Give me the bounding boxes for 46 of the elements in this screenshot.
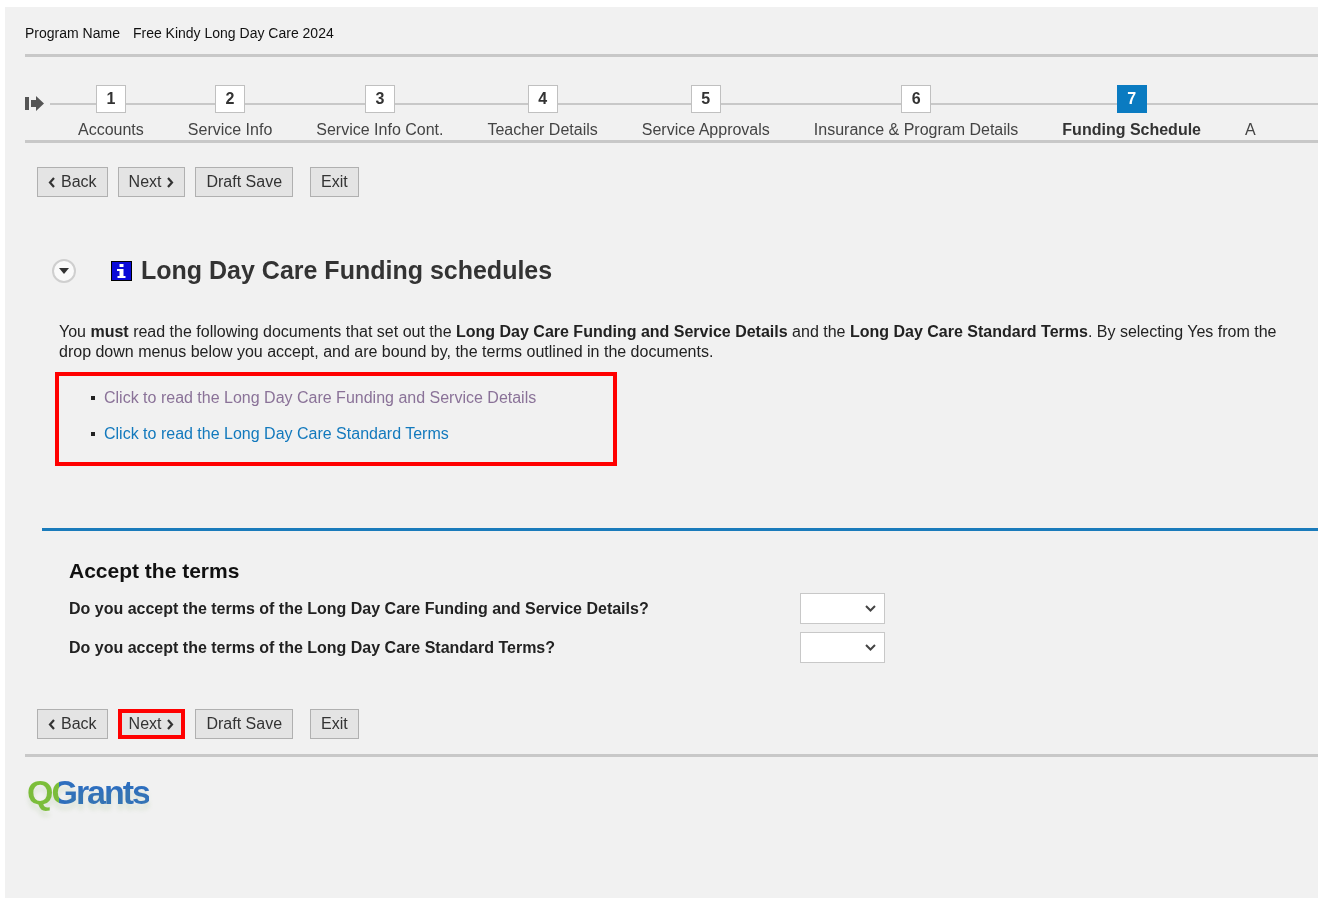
question-label: Do you accept the terms of the Long Day Care Standard Terms? (69, 638, 557, 657)
program-name-value: Free Kindy Long Day Care 2024 (132, 25, 334, 43)
step-label[interactable]: Accounts (78, 121, 144, 139)
step-label[interactable]: Service Info Cont. (316, 121, 444, 139)
document-link[interactable]: Click to read the Long Day Care Funding and Service Details (104, 389, 537, 407)
chevron-icon (166, 176, 175, 188)
step-label[interactable]: A (1245, 121, 1256, 139)
chevron-icon (48, 718, 56, 730)
chevron-icon (48, 176, 56, 188)
step-number[interactable]: 7 (1116, 85, 1147, 113)
step-label[interactable]: Teacher Details (487, 121, 598, 139)
question-label: Do you accept the terms of the Long Day Care Funding and Service Details? (69, 599, 650, 618)
start-arrow-icon (25, 95, 44, 112)
step-label[interactable]: Service Info (187, 121, 273, 139)
chevron-icon (166, 718, 175, 730)
caret-icon (59, 267, 69, 274)
info-icon (111, 260, 132, 281)
accept-heading: Accept the terms (69, 559, 241, 583)
step-number[interactable]: 6 (901, 85, 932, 113)
step-number[interactable]: 2 (215, 85, 246, 113)
step-number[interactable]: 4 (527, 85, 558, 113)
exit-button[interactable]: Exit (310, 167, 359, 197)
step-number[interactable]: 1 (95, 85, 126, 113)
answer-dropdown[interactable] (800, 593, 885, 624)
step-number[interactable]: 5 (690, 85, 721, 113)
collapse-toggle[interactable] (52, 258, 76, 283)
step-number[interactable]: 3 (364, 85, 395, 113)
back-button[interactable]: Back (37, 167, 108, 197)
exit-button[interactable]: Exit (310, 709, 359, 739)
caret-icon (865, 605, 876, 612)
section-title: Long Day Care Funding schedules (141, 256, 553, 285)
draft-save-button[interactable]: Draft Save (195, 167, 294, 197)
answer-dropdown[interactable] (800, 632, 885, 663)
draft-save-button[interactable]: Draft Save (195, 709, 294, 739)
next-button[interactable]: Next (117, 167, 186, 197)
back-button[interactable]: Back (37, 709, 108, 739)
bullet-icon (91, 396, 95, 400)
instructions-text: You must read the following documents that set out the Long Day Care Funding and Service Details and the Long Day Care Standard Terms. By selecting Yes from the drop down menus below you accept, and are bound by, the terms outlined in the documents. (59, 322, 1278, 362)
program-name-label: Program Name (25, 25, 120, 43)
caret-icon (865, 644, 876, 651)
step-label[interactable]: Funding Schedule (1062, 121, 1201, 139)
bullet-icon (91, 432, 95, 436)
document-link[interactable]: Click to read the Long Day Care Standard Terms (104, 425, 449, 443)
step-label[interactable]: Service Approvals (641, 121, 770, 139)
next-button[interactable]: Next (117, 709, 186, 739)
step-label[interactable]: Insurance & Program Details (813, 121, 1019, 139)
